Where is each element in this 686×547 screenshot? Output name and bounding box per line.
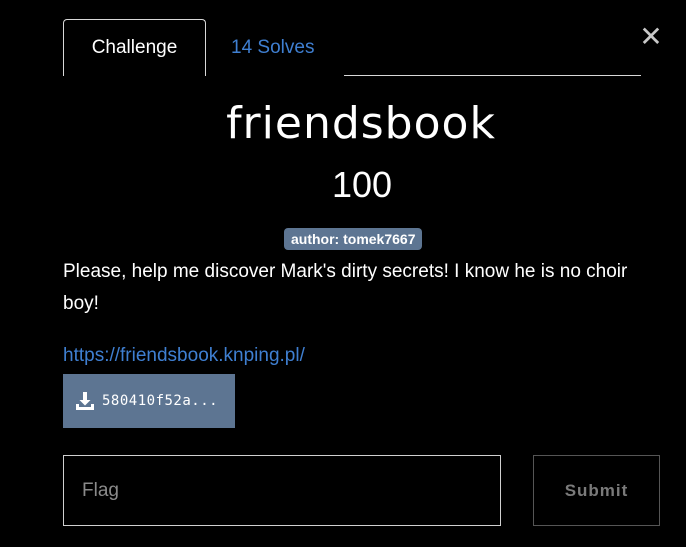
tab-solves[interactable]: 14 Solves <box>231 19 314 76</box>
submit-button[interactable]: Submit <box>533 455 660 526</box>
close-button[interactable]: ✕ <box>639 20 663 53</box>
flag-input[interactable] <box>63 455 501 526</box>
challenge-modal: Challenge 14 Solves ✕ friendsbook 100 au… <box>0 0 686 547</box>
tab-divider <box>344 75 641 76</box>
close-icon: ✕ <box>639 20 663 53</box>
author-badge: author: tomek7667 <box>284 228 423 250</box>
challenge-title: friendsbook <box>226 98 496 149</box>
download-file-label: 580410f52a... <box>102 393 219 409</box>
download-icon <box>76 392 94 410</box>
tab-challenge[interactable]: Challenge <box>63 19 206 76</box>
challenge-link[interactable]: https://friendsbook.knping.pl/ <box>63 345 305 367</box>
challenge-points: 100 <box>331 164 393 205</box>
download-file-button[interactable]: 580410f52a... <box>63 374 235 428</box>
challenge-description: Please, help me discover Mark's dirty se… <box>63 261 628 314</box>
